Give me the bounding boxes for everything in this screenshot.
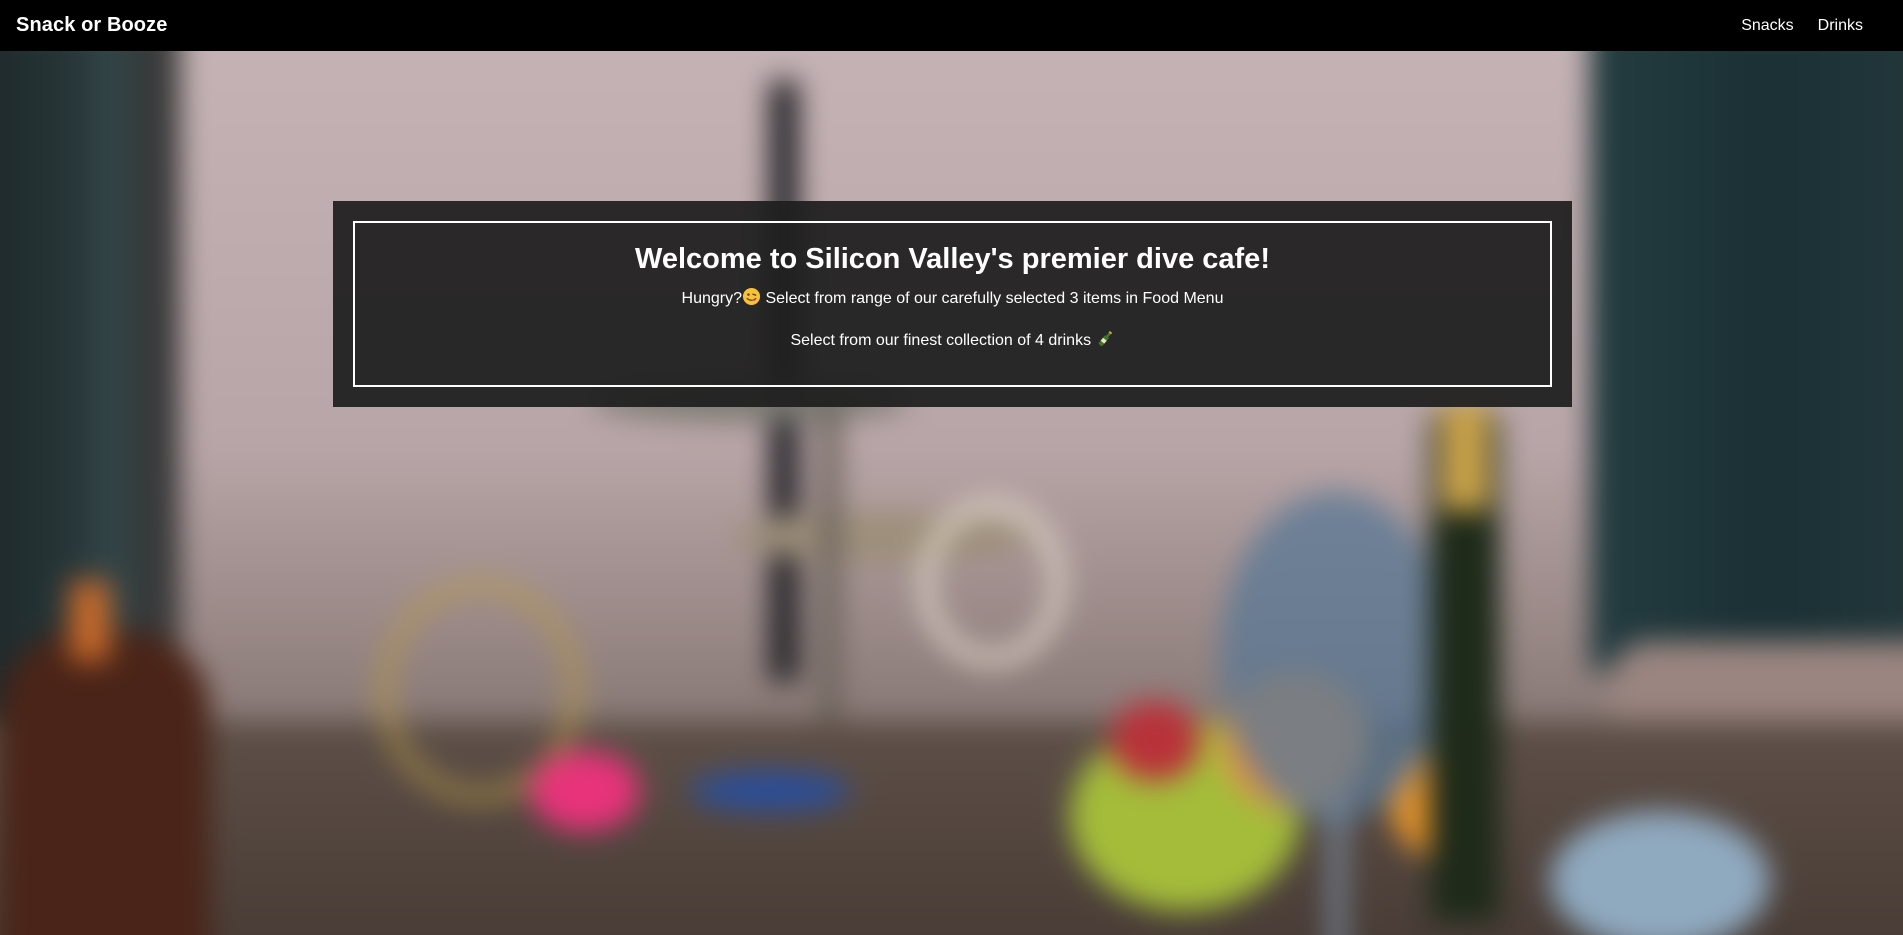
navbar: Snack or Booze Snacks Drinks [0,0,1903,51]
nav-link-snacks[interactable]: Snacks [1741,17,1793,35]
drinks-info-text: Select from our finest collection of 4 d… [790,332,1096,349]
background-image [0,51,1903,935]
snacks-info-text: Select from range of our carefully selec… [761,290,1224,307]
snacks-info-line: Hungry? Select from range of our careful… [355,287,1550,309]
bottle-emoji-icon [1098,330,1112,346]
welcome-title: Welcome to Silicon Valley's premier dive… [635,243,1270,275]
welcome-card-border: Welcome to Silicon Valley's premier dive… [353,221,1552,387]
brand-link[interactable]: Snack or Booze [16,14,167,37]
hungry-prefix: Hungry? [681,290,743,307]
nav-links: Snacks Drinks [1741,17,1863,35]
nav-link-drinks[interactable]: Drinks [1818,17,1863,35]
welcome-card: Welcome to Silicon Valley's premier dive… [333,201,1572,407]
yum-face-emoji-icon [742,287,761,306]
drinks-info-line: Select from our finest collection of 4 d… [355,329,1550,351]
